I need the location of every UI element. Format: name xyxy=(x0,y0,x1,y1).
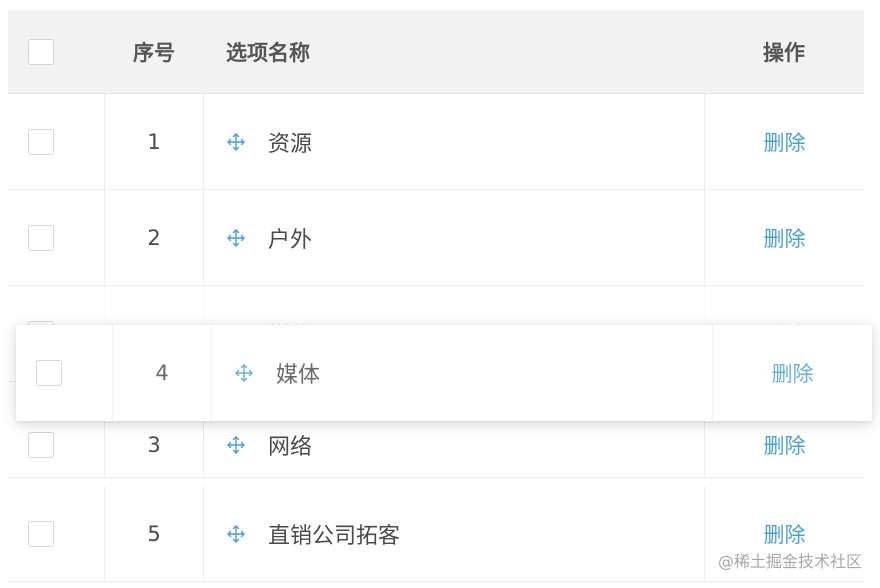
table-row: 1 资源 删除 xyxy=(8,94,864,190)
row-name-cell: 户外 xyxy=(204,190,704,285)
row-op-cell: 删除 xyxy=(704,190,864,285)
header-index: 序号 xyxy=(133,40,175,65)
row-name-cell: 资源 xyxy=(204,94,704,189)
header-operation: 操作 xyxy=(763,40,805,65)
move-arrows-icon[interactable] xyxy=(226,132,246,152)
row-checkbox[interactable] xyxy=(28,431,54,458)
row-index: 5 xyxy=(104,486,204,581)
move-arrows-icon xyxy=(235,364,253,382)
ghost-index: 4 xyxy=(112,325,212,421)
row-checkbox[interactable] xyxy=(28,520,54,547)
ghost-name: 媒体 xyxy=(276,363,321,388)
row-name: 直销公司拓客 xyxy=(268,523,401,549)
move-arrows-icon[interactable] xyxy=(226,228,246,248)
row-checkbox[interactable] xyxy=(28,224,54,251)
header-checkbox-cell xyxy=(8,10,104,93)
row-index: 1 xyxy=(104,94,204,189)
delete-link[interactable]: 删除 xyxy=(764,519,806,549)
row-name: 网络 xyxy=(268,434,313,460)
move-arrows-icon[interactable] xyxy=(226,435,246,455)
ghost-checkbox-cell xyxy=(16,325,112,421)
row-index: 2 xyxy=(104,190,204,285)
row-name: 资源 xyxy=(268,131,313,157)
table-header: 序号 选项名称 操作 xyxy=(8,10,864,94)
row-name: 户外 xyxy=(268,227,313,253)
watermark: @稀土掘金技术社区 xyxy=(717,552,862,571)
ghost-name-cell: 媒体 xyxy=(212,325,712,421)
move-arrows-icon[interactable] xyxy=(226,524,246,544)
header-name: 选项名称 xyxy=(226,40,310,65)
row-checkbox-cell xyxy=(8,94,104,189)
delete-link[interactable]: 删除 xyxy=(764,223,806,253)
ghost-delete-link: 删除 xyxy=(771,362,814,386)
row-op-cell: 删除 xyxy=(704,94,864,189)
row-checkbox[interactable] xyxy=(28,128,54,155)
row-name-cell: 直销公司拓客 xyxy=(204,486,704,581)
row-checkbox-cell xyxy=(8,190,104,285)
ghost-checkbox xyxy=(36,360,62,386)
dragging-row-ghost[interactable]: 4 媒体 删除 xyxy=(16,325,872,421)
delete-link[interactable]: 删除 xyxy=(764,127,806,157)
delete-link[interactable]: 删除 xyxy=(764,430,806,460)
select-all-checkbox[interactable] xyxy=(28,38,54,65)
ghost-op-cell: 删除 xyxy=(712,325,872,421)
row-checkbox-cell xyxy=(8,486,104,581)
table-row: 2 户外 删除 xyxy=(8,190,864,286)
